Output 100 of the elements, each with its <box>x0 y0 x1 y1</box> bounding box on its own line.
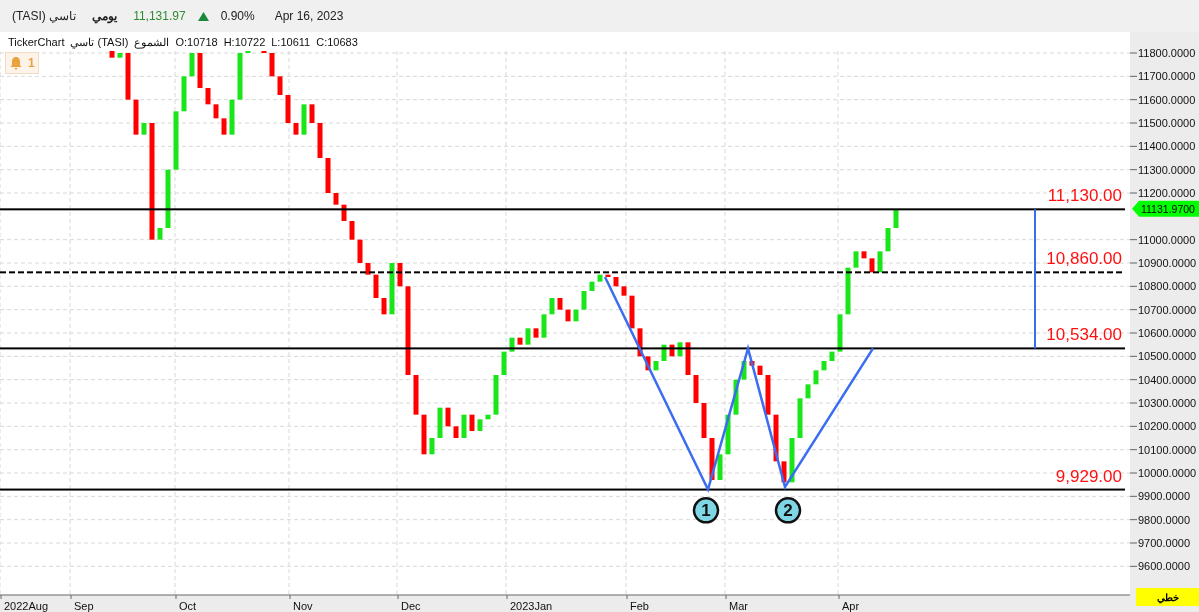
candle <box>205 88 211 105</box>
candle <box>293 123 299 135</box>
candle <box>429 438 435 455</box>
candle <box>797 398 803 438</box>
price-axis-label: 10600.0000 <box>1138 327 1197 339</box>
candle <box>565 309 571 322</box>
candle <box>349 221 355 240</box>
price-axis-label: 10000.0000 <box>1138 467 1197 479</box>
candle <box>453 426 459 438</box>
last-price: 11,131.97 <box>133 8 186 25</box>
candle <box>701 403 707 438</box>
candle <box>165 169 171 228</box>
time-axis-label: 2023Jan <box>510 600 553 612</box>
candle <box>637 328 643 357</box>
candle <box>389 263 395 315</box>
price-axis-label: 9700.0000 <box>1138 537 1190 549</box>
candle <box>157 228 163 240</box>
level-label: 9,929.00 <box>1055 466 1122 486</box>
candle <box>485 414 491 420</box>
candle <box>421 414 427 455</box>
candle <box>629 295 635 329</box>
candle <box>757 365 763 375</box>
candle <box>517 337 523 345</box>
candle <box>357 239 363 263</box>
candle <box>141 123 147 135</box>
candle <box>749 361 755 366</box>
candle <box>181 76 187 112</box>
candle <box>277 76 283 95</box>
time-axis-label: Sep <box>74 600 94 612</box>
candle <box>373 274 379 298</box>
candle <box>885 228 891 252</box>
high-value: H:10722 <box>223 35 266 50</box>
candle <box>893 208 899 228</box>
time-axis-label: Oct <box>179 600 197 612</box>
candle <box>133 99 139 135</box>
symbol-name: تاسي (TASI) <box>12 8 77 25</box>
candle <box>173 111 179 170</box>
candle <box>325 158 331 193</box>
price-axis-label: 10200.0000 <box>1138 420 1197 433</box>
pattern-marker: 1 <box>692 497 720 524</box>
candle <box>221 118 227 135</box>
candle <box>813 370 819 385</box>
candle <box>717 454 723 480</box>
candle <box>125 53 131 100</box>
candle <box>397 263 403 287</box>
price-axis-label: 11400.0000 <box>1138 140 1196 153</box>
candle <box>845 267 851 315</box>
up-triangle-icon <box>197 11 209 21</box>
time-axis-label: Dec <box>401 600 421 612</box>
candle <box>645 356 651 371</box>
candle <box>557 298 563 310</box>
candle <box>333 193 339 205</box>
candle <box>117 53 123 58</box>
candle <box>229 99 235 135</box>
candle <box>773 414 779 462</box>
price-axis-label: 11200.0000 <box>1138 187 1196 199</box>
candle <box>709 438 715 480</box>
price-axis-label: 10400.0000 <box>1138 373 1197 386</box>
level-label: 10,860.00 <box>1046 249 1122 269</box>
source-label: TickerChart <box>8 35 65 50</box>
candle <box>109 51 115 58</box>
candle <box>381 298 387 315</box>
candle <box>269 53 275 77</box>
candle <box>589 281 595 291</box>
candle <box>597 274 603 282</box>
price-axis-label: 9800.0000 <box>1138 513 1190 526</box>
price-axis-label: 10100.0000 <box>1138 443 1197 456</box>
candle <box>581 291 587 310</box>
candle <box>877 251 883 273</box>
candle <box>437 407 443 438</box>
time-axis-label: Mar <box>729 600 748 612</box>
candle <box>213 104 219 119</box>
time-axis-label: Feb <box>630 600 649 612</box>
candle <box>469 414 475 431</box>
candle <box>741 361 747 380</box>
candle <box>533 328 539 338</box>
candle <box>837 314 843 352</box>
candle <box>493 375 499 415</box>
price-axis-label: 10500.0000 <box>1138 350 1197 363</box>
candle <box>573 309 579 322</box>
candle <box>317 123 323 158</box>
price-axis-label: 11500.0000 <box>1138 117 1196 129</box>
chart-type-label: الشموع <box>134 35 170 51</box>
candle <box>413 375 419 415</box>
close-value: C:10683 <box>316 35 358 50</box>
candle <box>725 414 731 455</box>
candle <box>781 461 787 483</box>
price-axis-label: 10900.0000 <box>1138 257 1197 269</box>
candle <box>309 104 315 123</box>
candle <box>477 419 483 431</box>
time-axis-label: 2022Aug <box>4 600 49 612</box>
price-axis-label: 11800.0000 <box>1138 47 1196 59</box>
candle <box>653 361 659 371</box>
candle <box>285 95 291 123</box>
candle <box>237 53 243 100</box>
chart-type-button[interactable]: خطي <box>1136 588 1199 606</box>
price-axis-label: 11300.0000 <box>1138 163 1196 176</box>
price-axis-label: 9600.0000 <box>1138 560 1190 573</box>
bell-icon <box>9 56 23 70</box>
candle <box>861 251 867 259</box>
